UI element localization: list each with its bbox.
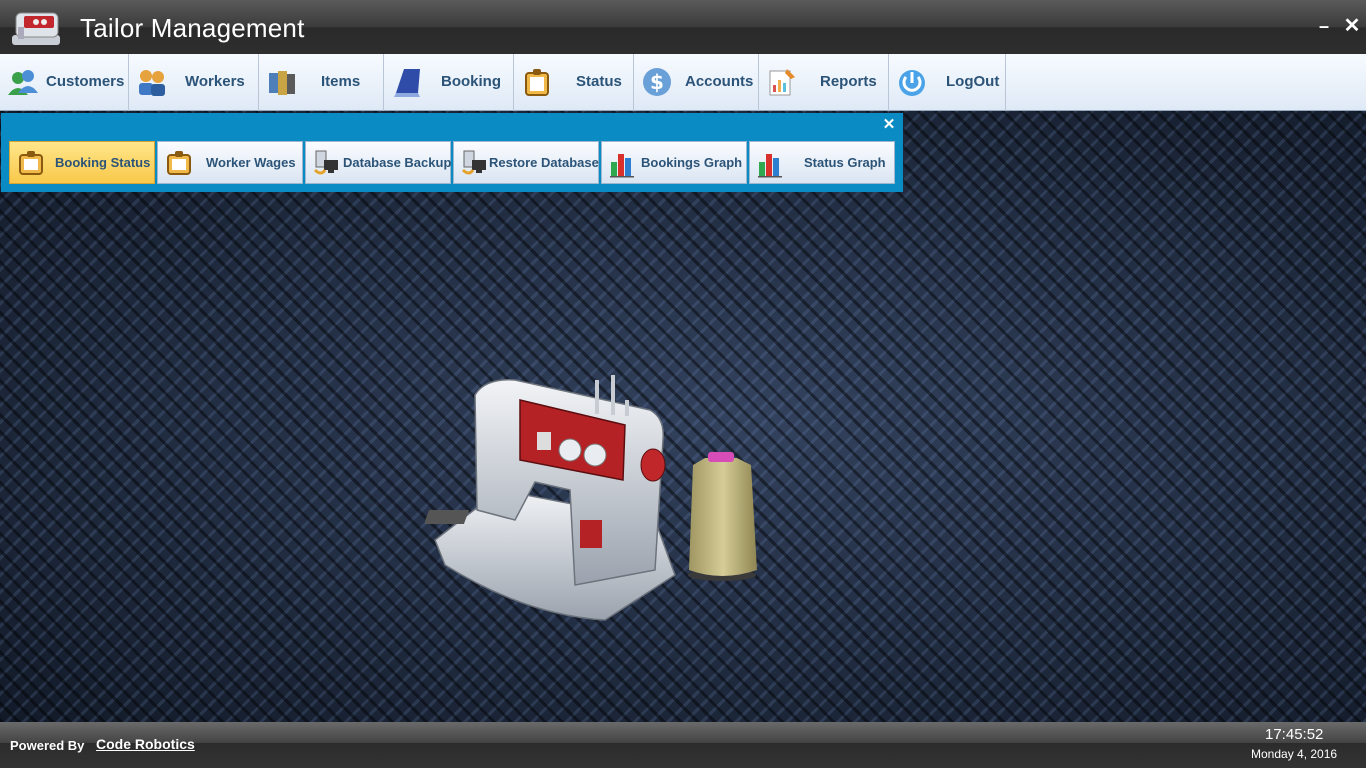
submenu-database-backup[interactable]: Database Backup	[305, 141, 451, 184]
accounts-icon: $	[643, 68, 671, 96]
menu-workers[interactable]: Workers	[129, 54, 259, 111]
submenu-booking-status[interactable]: Booking Status	[9, 141, 155, 184]
menu-reports-label: Reports	[820, 73, 877, 90]
bar-chart-icon	[610, 154, 634, 178]
workers-icon	[139, 70, 165, 96]
submenu-bookings-graph[interactable]: Bookings Graph	[601, 141, 747, 184]
submenu-status-graph[interactable]: Status Graph	[749, 141, 895, 184]
clipboard-icon	[167, 151, 191, 175]
title-bar: Tailor Management – ✕	[0, 0, 1366, 54]
submenu-close-button[interactable]: ✕	[881, 117, 897, 133]
menu-customers-label: Customers	[46, 73, 125, 90]
sewing-machine-illustration	[425, 375, 757, 621]
menu-booking[interactable]: Booking	[384, 54, 514, 111]
menu-items-label: Items	[321, 73, 361, 90]
booking-icon	[394, 69, 420, 97]
database-backup-icon	[313, 150, 338, 175]
menu-logout-label: LogOut	[946, 73, 1000, 90]
menu-status-label: Status	[576, 73, 622, 90]
submenu-booking-status-label: Booking Status	[55, 155, 151, 170]
powered-by-label: Powered By	[10, 738, 85, 753]
submenu-restore-database[interactable]: Restore Database	[453, 141, 599, 184]
menu-status[interactable]: Status	[514, 54, 634, 111]
menu-items[interactable]: Items	[259, 54, 384, 111]
app-title: Tailor Management	[80, 13, 305, 43]
menu-booking-label: Booking	[441, 73, 501, 90]
customers-icon	[8, 70, 38, 95]
menu-accounts[interactable]: $ Accounts	[634, 54, 759, 111]
logout-icon	[899, 70, 925, 96]
menu-workers-label: Workers	[185, 73, 245, 90]
menu-accounts-label: Accounts	[685, 73, 754, 90]
status-submenu-panel: ✕ Booking Status Worker Wages Database B…	[1, 113, 903, 192]
clock-time: 17:45:52	[1265, 726, 1324, 743]
menu-reports[interactable]: Reports	[759, 54, 889, 111]
menu-customers[interactable]: Customers	[0, 54, 129, 111]
submenu-bookings-graph-label: Bookings Graph	[641, 155, 743, 170]
company-link[interactable]: Code Robotics	[96, 736, 195, 752]
bar-chart-icon	[758, 154, 782, 178]
reports-icon	[769, 69, 795, 96]
submenu-restore-database-label: Restore Database	[489, 155, 599, 170]
submenu-status-graph-label: Status Graph	[804, 155, 886, 170]
menu-logout[interactable]: LogOut	[889, 54, 1006, 111]
sewing-machine-logo-icon	[12, 12, 60, 45]
clock-date: Monday 4, 2016	[1251, 747, 1338, 761]
minimize-button[interactable]: –	[1313, 14, 1335, 38]
close-button[interactable]: ✕	[1341, 14, 1363, 38]
clipboard-icon	[19, 151, 43, 175]
main-menu-bar: Customers Workers Items Booking Status $…	[0, 54, 1366, 111]
status-bar: Powered By Code Robotics 17:45:52 Monday…	[0, 722, 1366, 768]
status-icon	[525, 69, 549, 96]
submenu-worker-wages-label: Worker Wages	[206, 155, 296, 170]
svg-text:$: $	[650, 70, 664, 94]
submenu-database-backup-label: Database Backup	[343, 155, 452, 170]
items-icon	[269, 71, 295, 95]
submenu-worker-wages[interactable]: Worker Wages	[157, 141, 303, 184]
database-restore-icon	[461, 150, 486, 175]
